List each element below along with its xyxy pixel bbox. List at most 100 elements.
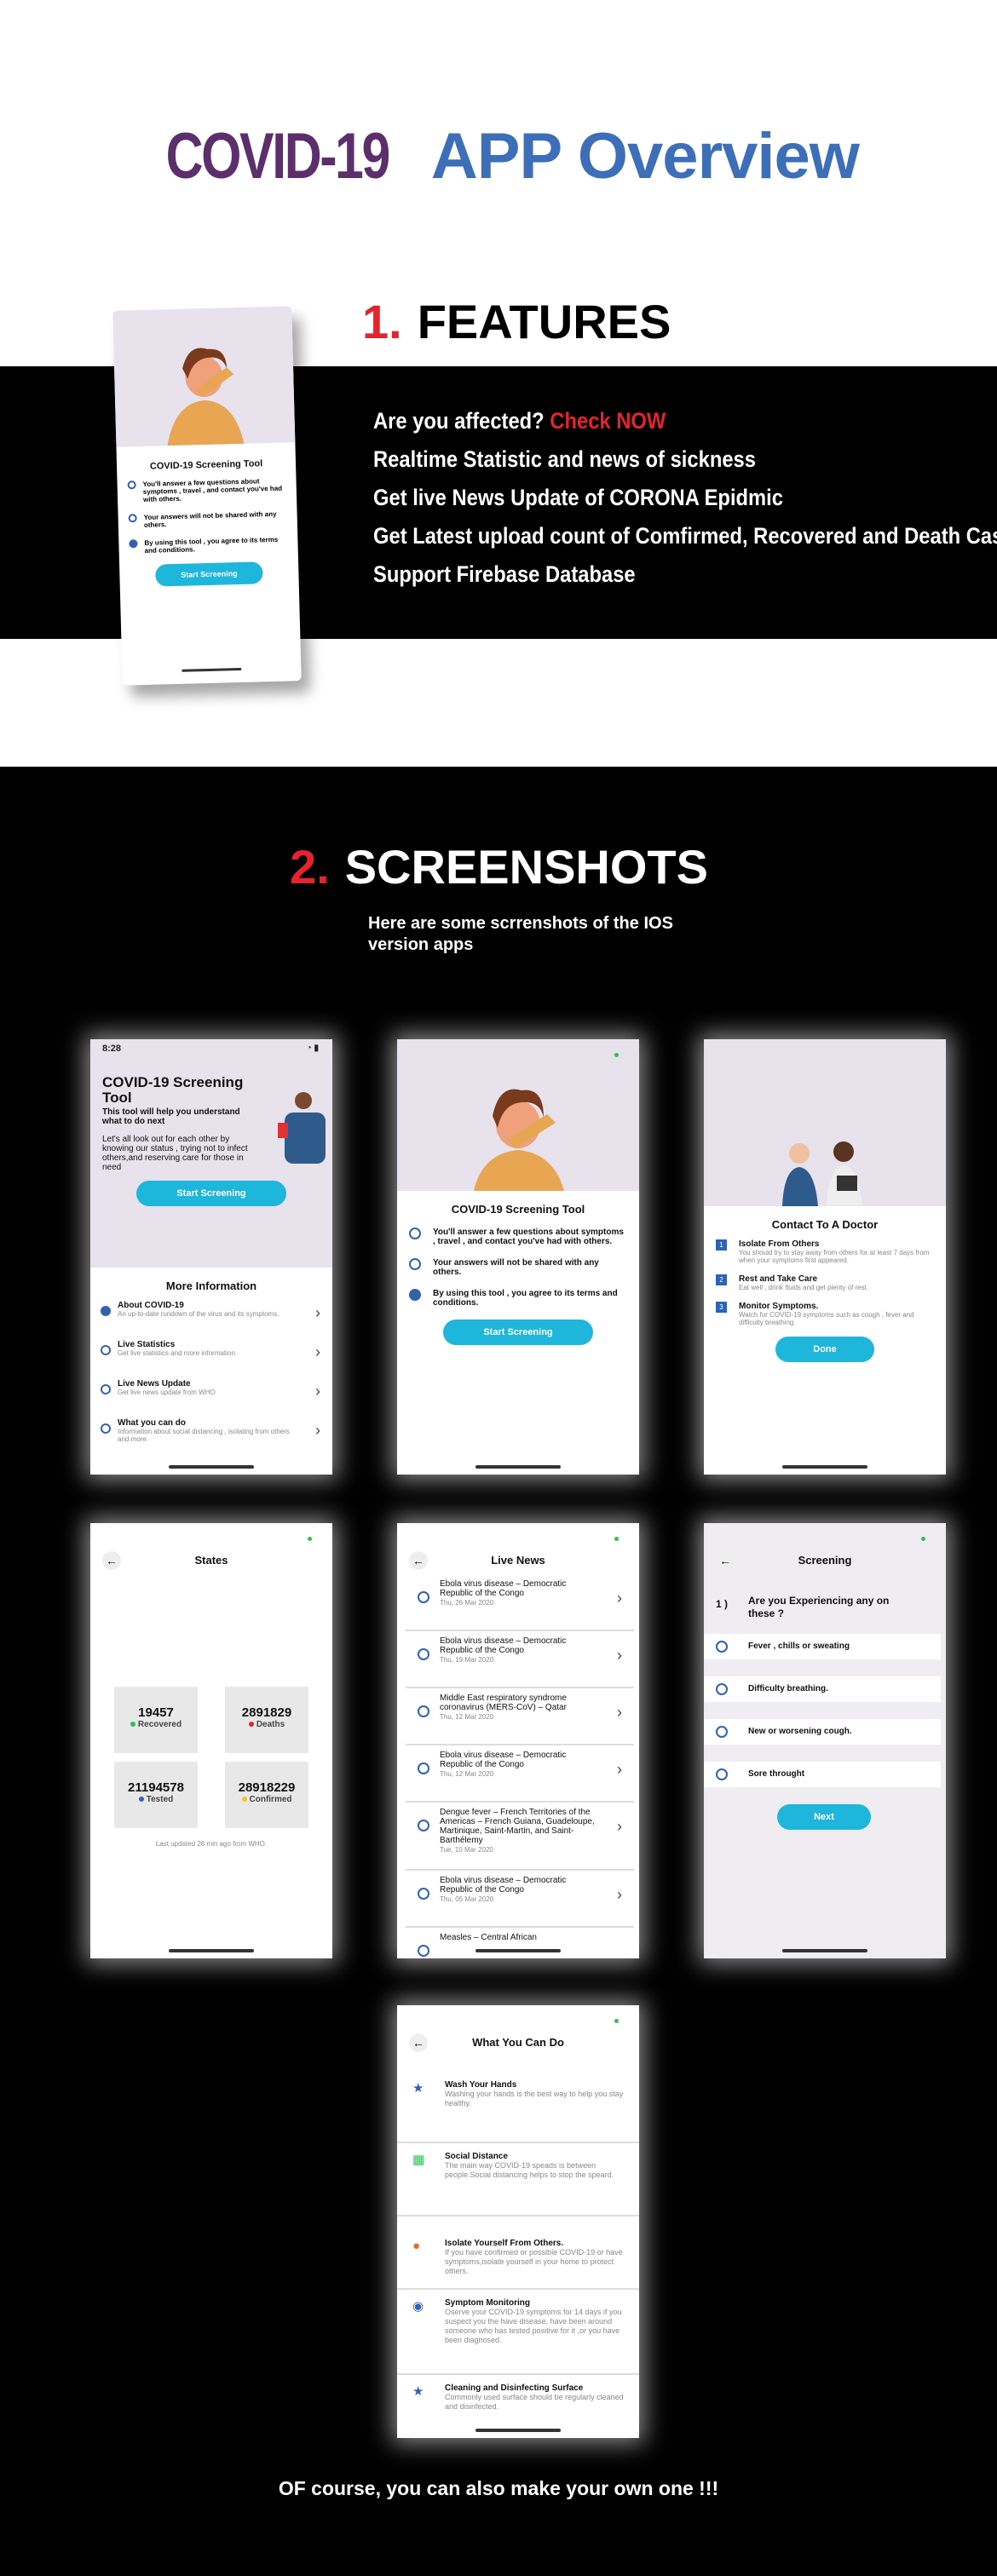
menu-item-news[interactable]: Live News Update Get live news update fro… bbox=[90, 1379, 332, 1418]
blue-dot-icon bbox=[138, 1797, 144, 1802]
affected-prefix: Are you affected? bbox=[373, 408, 545, 434]
status-dot bbox=[921, 1537, 925, 1541]
screenshots-number: 2. bbox=[290, 840, 330, 894]
feature-item: Support Firebase Database bbox=[373, 561, 636, 587]
doctor-content: Contact To A Doctor 1 Isolate From Others… bbox=[704, 1206, 946, 1362]
globe-icon bbox=[418, 1591, 429, 1603]
stat-value: 28918229 bbox=[238, 1780, 296, 1795]
menu-item-desc: Get live statistics and more information… bbox=[118, 1349, 238, 1357]
woman-illustration bbox=[474, 1089, 564, 1191]
screening-illustration bbox=[397, 1039, 639, 1191]
hero-row-text: Your answers will not be shared with any… bbox=[143, 509, 277, 529]
stat-label: Recovered bbox=[137, 1720, 182, 1729]
check-circle-icon bbox=[716, 1641, 728, 1653]
screenshots-title: SCREENSHOTS bbox=[344, 840, 708, 894]
footer-text: OF course, you can also make your own on… bbox=[278, 2477, 719, 2499]
home-start-button[interactable]: Start Screening bbox=[136, 1181, 286, 1206]
stat-value: 19457 bbox=[138, 1705, 174, 1720]
next-button[interactable]: Next bbox=[777, 1804, 871, 1830]
option-sore-throat[interactable]: Sore throught bbox=[704, 1762, 941, 1787]
phone-screening: ← Screening 1 ) Are you Experiencing any… bbox=[704, 1523, 946, 1958]
menu-item-title: Live Statistics bbox=[118, 1340, 176, 1349]
phone-doctor: Contact To A Doctor 1 Isolate From Others… bbox=[704, 1039, 946, 1475]
hero-start-button[interactable]: Start Screening bbox=[155, 561, 263, 587]
chevron-right-icon: › bbox=[617, 1590, 622, 1607]
hero-row-text: You'll answer a few questions about symp… bbox=[142, 477, 283, 503]
doctors-illustration bbox=[782, 1141, 862, 1206]
stat-value: 21194578 bbox=[128, 1780, 184, 1795]
news-item[interactable]: Middle East respiratory syndrome coronav… bbox=[406, 1688, 634, 1745]
tip-title: Social Distance bbox=[445, 2152, 508, 2161]
step-number: 3 bbox=[716, 1302, 727, 1313]
menu-item-title: About COVID-19 bbox=[118, 1301, 184, 1310]
step-title: Rest and Take Care bbox=[739, 1274, 818, 1284]
done-button[interactable]: Done bbox=[775, 1337, 874, 1362]
menu-item-what-you-can-do[interactable]: What you can do Information about social … bbox=[90, 1418, 332, 1458]
chevron-right-icon: › bbox=[315, 1422, 320, 1439]
yellow-dot-icon bbox=[241, 1797, 247, 1802]
globe-icon bbox=[418, 1820, 429, 1831]
news-item-title: Middle East respiratory syndrome coronav… bbox=[440, 1693, 567, 1712]
hero-illustration bbox=[112, 306, 296, 447]
star-icon: ★ bbox=[412, 2081, 424, 2096]
menu-item-title: Live News Update bbox=[118, 1379, 191, 1389]
option-cough[interactable]: New or worsening cough. bbox=[704, 1719, 941, 1745]
step-title: Monitor Symptoms. bbox=[739, 1302, 819, 1311]
globe-icon bbox=[418, 1888, 429, 1900]
start-screening-button[interactable]: Start Screening bbox=[443, 1320, 593, 1345]
doctor-step: 2 Rest and Take Care Eat well , drink flui… bbox=[716, 1274, 934, 1291]
stat-value: 2891829 bbox=[241, 1705, 292, 1720]
tip-title: Isolate Yourself From Others. bbox=[445, 2239, 564, 2248]
status-icons: ◔ ▮ bbox=[306, 1044, 319, 1053]
hero-row: By using this tool , you agree to its te… bbox=[129, 536, 287, 555]
tip-desc: Washing your hands is the best way to he… bbox=[445, 2090, 624, 2107]
news-item-title: Ebola virus disease – Democratic Republi… bbox=[440, 1876, 567, 1895]
home-body: Let's all look out for each other by kno… bbox=[102, 1135, 248, 1172]
home-indicator bbox=[169, 1949, 254, 1952]
news-item[interactable]: Ebola virus disease – Democratic Republi… bbox=[406, 1574, 634, 1631]
check-now-link[interactable]: Check NOW bbox=[550, 408, 666, 434]
tip-desc: The main way COVID-19 speads is between … bbox=[445, 2161, 614, 2179]
chevron-right-icon: › bbox=[617, 1818, 622, 1835]
doctor-illustration bbox=[704, 1039, 946, 1206]
check-icon bbox=[409, 1289, 421, 1301]
stat-tested: 21194578 Tested bbox=[114, 1762, 198, 1828]
option-breathing[interactable]: Difficulty breathing. bbox=[704, 1676, 941, 1702]
news-item-date: Thu, 12 Mar 2020 bbox=[440, 1770, 494, 1778]
news-item[interactable]: Ebola virus disease – Democratic Republi… bbox=[406, 1745, 634, 1803]
stat-label: Confirmed bbox=[249, 1795, 292, 1804]
tip-title: Cleaning and Disinfecting Surface bbox=[445, 2383, 584, 2393]
tip-title: Wash Your Hands bbox=[445, 2080, 517, 2090]
hero-rows: You'll answer a few questions about symp… bbox=[127, 477, 288, 555]
news-item-title: Measles – Central African bbox=[440, 1933, 537, 1942]
screening-page-title: Screening bbox=[798, 1554, 852, 1567]
screening-content: COVID-19 Screening Tool You'll answer a … bbox=[397, 1191, 639, 1345]
news-title: Live News bbox=[491, 1554, 545, 1567]
news-item[interactable]: Ebola virus disease – Democratic Republi… bbox=[406, 1871, 634, 1928]
menu-item-statistics[interactable]: Live Statistics Get live statistics and m… bbox=[90, 1340, 332, 1379]
option-label: Fever , chills or sweating bbox=[748, 1642, 850, 1651]
screening-row: By using this tool , you agree to its te… bbox=[409, 1289, 627, 1308]
home-intro: This tool will help you understand what … bbox=[102, 1107, 240, 1126]
status-dot bbox=[614, 1053, 619, 1057]
news-item[interactable]: Ebola virus disease – Democratic Republi… bbox=[406, 1631, 634, 1688]
option-fever[interactable]: Fever , chills or sweating bbox=[704, 1634, 941, 1659]
globe-icon bbox=[101, 1345, 111, 1355]
chevron-right-icon: › bbox=[315, 1343, 320, 1360]
news-item-title: Dengue fever – French Territories of the… bbox=[440, 1808, 595, 1845]
step-desc: Watch for COVID-19 symptoms such as coug… bbox=[739, 1311, 914, 1326]
hero-row: You'll answer a few questions about symp… bbox=[127, 477, 287, 504]
menu-item-desc: Information about social distancing , is… bbox=[118, 1428, 290, 1443]
block-icon bbox=[128, 514, 137, 523]
menu-item-about[interactable]: About COVID-19 An up-to-date rundown of t… bbox=[90, 1301, 332, 1340]
stat-confirmed: 28918229 Confirmed bbox=[225, 1762, 308, 1828]
globe-icon bbox=[101, 1384, 111, 1394]
news-item[interactable]: Dengue fever – French Territories of the… bbox=[406, 1803, 634, 1871]
news-item[interactable]: Measles – Central African bbox=[406, 1928, 634, 1958]
news-item-title: Ebola virus disease – Democratic Republi… bbox=[440, 1636, 567, 1655]
tip-item: ▦ Social Distance The main way COVID-19 sp… bbox=[397, 2143, 639, 2217]
page-title: COVID-19 APP Overview bbox=[0, 119, 997, 193]
home-indicator bbox=[475, 2429, 561, 2432]
doctor-step: 1 Isolate From Others You should try to st… bbox=[716, 1239, 934, 1264]
feature-item: Realtime Statistic and news of sickness bbox=[373, 446, 756, 472]
